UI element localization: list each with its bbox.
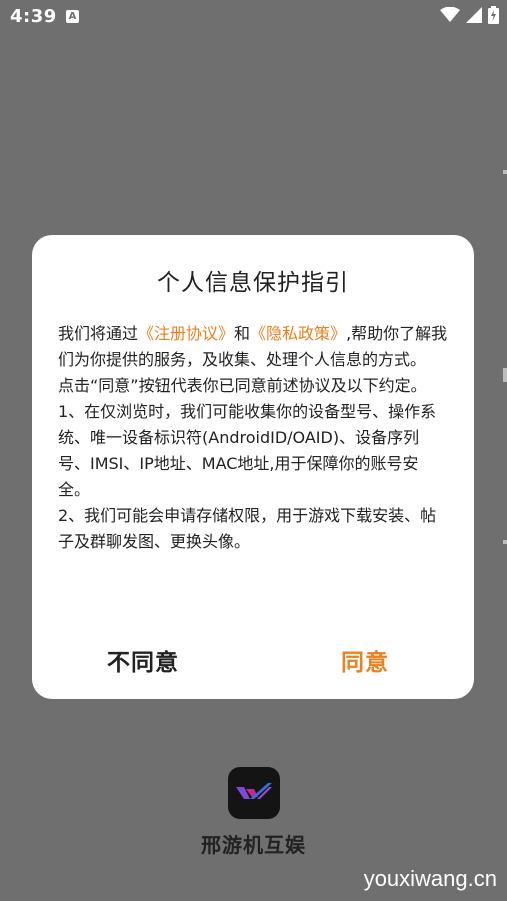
body-paragraph-4: 2、我们可能会申请存储权限，用于游戏下载安装、帖子及群聊发图、更换头像。 (58, 506, 437, 551)
body-text: 和 (234, 324, 251, 343)
body-paragraph-2: 点击“同意”按钮代表你已同意前述协议及以下约定。 (58, 376, 427, 395)
watermark: youxiwang.cn (363, 866, 497, 891)
app-name: 邢游机互娱 (201, 833, 306, 857)
status-bar: 4:39 A (0, 0, 507, 36)
status-icons (440, 6, 499, 24)
disagree-button[interactable]: 不同意 (107, 643, 179, 677)
wifi-icon (440, 7, 460, 22)
status-time: 4:39 (10, 6, 57, 27)
edge-marker (503, 170, 507, 174)
app-logo-icon (236, 783, 272, 799)
privacy-policy-link[interactable]: 《隐私政策》 (250, 324, 346, 343)
body-paragraph-3: 1、在仅浏览时，我们可能收集你的设备型号、操作系统、唯一设备标识符(Androi… (58, 402, 437, 499)
dialog-body-scroll[interactable]: 我们将通过《注册协议》和《隐私政策》,帮助你了解我们为你提供的服务，及收集、处理… (58, 321, 450, 591)
battery-icon (488, 6, 499, 24)
dialog-title: 个人信息保护指引 (157, 270, 349, 296)
body-paragraph-1: 我们将通过《注册协议》和《隐私政策》,帮助你了解我们为你提供的服务，及收集、处理… (58, 321, 450, 373)
privacy-dialog: 个人信息保护指引 我们将通过《注册协议》和《隐私政策》,帮助你了解我们为你提供的… (32, 235, 474, 699)
a-icon: A (66, 10, 79, 23)
edge-marker (503, 540, 507, 544)
app-logo (228, 767, 280, 819)
edge-marker (503, 368, 507, 382)
body-text: 我们将通过 (58, 324, 139, 343)
agree-button[interactable]: 同意 (341, 643, 389, 677)
register-agreement-link[interactable]: 《注册协议》 (138, 324, 234, 343)
signal-icon (466, 7, 482, 23)
